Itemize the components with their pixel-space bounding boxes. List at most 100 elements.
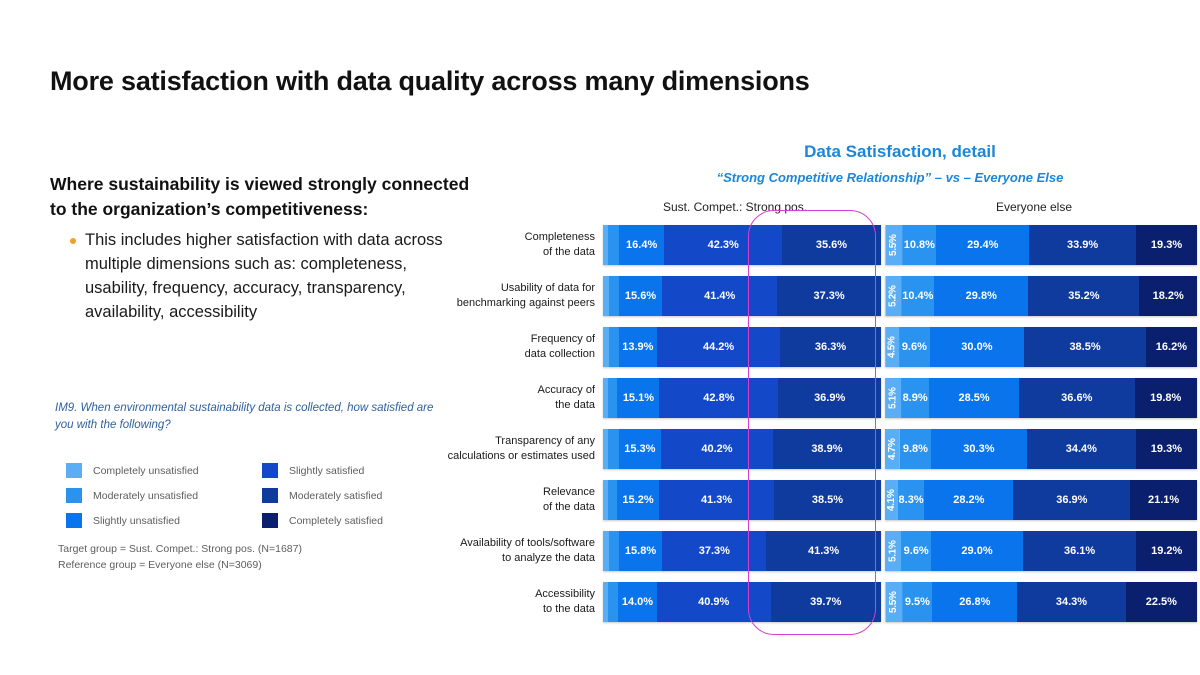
chart-row: Accessibility to the data 14.0% 40.9% 39.7%… bbox=[420, 579, 1200, 624]
bullet-text: This includes higher satisfaction with d… bbox=[85, 230, 443, 322]
chart-row: Relevance of the data 15.2% 41.3% 38.5% 4.1%… bbox=[420, 477, 1200, 522]
legend-item: Slightly satisfied bbox=[262, 458, 422, 483]
survey-question-note: IM9. When environmental sustainability d… bbox=[55, 402, 434, 431]
bar-segment: 19.3% bbox=[1135, 428, 1197, 469]
chart-title: Data Satisfaction, detail bbox=[804, 142, 996, 161]
bar-segment bbox=[608, 530, 619, 571]
bar-segment bbox=[608, 428, 619, 469]
group-size-note: Target group = Sust. Compet.: Strong pos… bbox=[58, 543, 302, 571]
chart-row: Frequency of data collection 13.9% 44.2% 36… bbox=[420, 324, 1200, 369]
bar-segment: 41.4% bbox=[662, 275, 778, 316]
bar-segment: 41.3% bbox=[659, 479, 774, 520]
legend-item: Moderately satisfied bbox=[262, 483, 422, 508]
row-label: Transparency of any calculations or esti… bbox=[447, 435, 595, 462]
stacked-bar: 5.5% 10.8% 29.4% 33.9% 19.3% bbox=[885, 224, 1197, 265]
stacked-bar: 15.3% 40.2% 38.9% bbox=[603, 428, 881, 469]
stacked-bar: 5.1% 8.9% 28.5% 36.6% 19.8% bbox=[885, 377, 1197, 418]
bar-segment: 36.6% bbox=[1019, 377, 1135, 418]
bar-segment: 5.1% bbox=[885, 530, 902, 571]
bar-segment: 13.9% bbox=[618, 326, 658, 367]
chart-row: Accuracy of the data 15.1% 42.8% 36.9% 5.1% 8… bbox=[420, 375, 1200, 420]
bar-segment: 37.3% bbox=[662, 530, 767, 571]
bar-segment: 44.2% bbox=[657, 326, 781, 367]
bar-segment: 19.2% bbox=[1136, 530, 1197, 571]
bullet-item: This includes higher satisfaction with d… bbox=[50, 228, 470, 325]
bar-segment: 5.1% bbox=[885, 377, 902, 418]
bar-segment: 5.5% bbox=[885, 224, 903, 265]
stacked-bar: 16.4% 42.3% 35.6% bbox=[603, 224, 881, 265]
bar-segment: 21.1% bbox=[1130, 479, 1197, 520]
bar-segment: 34.4% bbox=[1026, 428, 1136, 469]
bar-segment: 4.5% bbox=[885, 326, 900, 367]
stacked-bar: 4.7% 9.8% 30.3% 34.4% 19.3% bbox=[885, 428, 1197, 469]
stacked-bar-chart: Completeness of the data 16.4% 42.3% 35.6% 5… bbox=[420, 222, 1200, 634]
bar-segment: 40.2% bbox=[661, 428, 773, 469]
bar-segment: 36.9% bbox=[1013, 479, 1131, 520]
bar-segment: 4.7% bbox=[885, 428, 900, 469]
bar-segment: 37.3% bbox=[777, 275, 881, 316]
bar-segment: 33.9% bbox=[1029, 224, 1137, 265]
legend-label: Completely unsatisfied bbox=[93, 464, 199, 477]
legend-label: Moderately satisfied bbox=[289, 489, 383, 502]
bullet-list: This includes higher satisfaction with d… bbox=[50, 228, 470, 325]
bar-segment: 30.3% bbox=[930, 428, 1027, 469]
row-label: Usability of data for benchmarking again… bbox=[456, 282, 595, 309]
bar-segment: 28.2% bbox=[924, 479, 1014, 520]
bar-segment: 16.2% bbox=[1145, 326, 1197, 367]
lead-heading: Where sustainability is viewed strongly … bbox=[50, 174, 470, 219]
bar-segment: 15.8% bbox=[618, 530, 663, 571]
bar-segment: 29.4% bbox=[936, 224, 1030, 265]
stacked-bar: 15.8% 37.3% 41.3% bbox=[603, 530, 881, 571]
bar-segment: 26.8% bbox=[932, 581, 1018, 622]
page-title: More satisfaction with data quality acro… bbox=[50, 66, 810, 97]
legend-item: Moderately unsatisfied bbox=[66, 483, 226, 508]
row-label: Accessibility to the data bbox=[535, 588, 595, 615]
legend-swatch-icon bbox=[262, 463, 278, 478]
stacked-bar: 15.2% 41.3% 38.5% bbox=[603, 479, 881, 520]
bar-segment bbox=[608, 224, 619, 265]
chart-row: Completeness of the data 16.4% 42.3% 35.6% 5… bbox=[420, 222, 1200, 267]
stacked-bar: 5.2% 10.4% 29.8% 35.2% 18.2% bbox=[885, 275, 1197, 316]
bar-segment: 5.2% bbox=[885, 275, 902, 316]
legend-label: Slightly satisfied bbox=[289, 464, 365, 477]
bar-segment: 15.1% bbox=[617, 377, 660, 418]
bar-segment: 39.7% bbox=[770, 581, 881, 622]
stacked-bar: 4.1% 8.3% 28.2% 36.9% 21.1% bbox=[885, 479, 1197, 520]
bar-segment: 5.5% bbox=[885, 581, 903, 622]
legend-swatch-icon bbox=[66, 463, 82, 478]
legend: Completely unsatisfied Slightly satisfied… bbox=[66, 458, 446, 533]
bar-segment: 29.8% bbox=[934, 275, 1029, 316]
row-label: Accuracy of the data bbox=[537, 384, 595, 411]
bar-segment: 36.1% bbox=[1022, 530, 1137, 571]
legend-item: Completely unsatisfied bbox=[66, 458, 226, 483]
bar-segment: 16.4% bbox=[618, 224, 665, 265]
legend-label: Slightly unsatisfied bbox=[93, 514, 180, 527]
bar-segment: 9.6% bbox=[899, 326, 930, 367]
bar-segment: 38.5% bbox=[773, 479, 881, 520]
bar-segment: 38.5% bbox=[1024, 326, 1146, 367]
chart-row: Transparency of any calculations or esti… bbox=[420, 426, 1200, 471]
row-label: Availability of tools/software to analyz… bbox=[460, 537, 595, 564]
bar-segment: 36.9% bbox=[778, 377, 881, 418]
bar-segment: 18.2% bbox=[1139, 275, 1197, 316]
stacked-bar: 13.9% 44.2% 36.3% bbox=[603, 326, 881, 367]
bar-segment: 38.9% bbox=[772, 428, 881, 469]
bar-segment: 42.3% bbox=[664, 224, 783, 265]
bar-segment: 8.9% bbox=[901, 377, 930, 418]
row-label: Frequency of data collection bbox=[524, 333, 595, 360]
bar-segment: 9.6% bbox=[901, 530, 932, 571]
bar-segment bbox=[608, 581, 618, 622]
bar-segment bbox=[607, 479, 617, 520]
legend-swatch-icon bbox=[66, 488, 82, 503]
chart-subtitle: “Strong Competitive Relationship” – vs –… bbox=[716, 170, 1064, 185]
column-header-target-group: Sust. Compet.: Strong pos. bbox=[662, 200, 808, 214]
bar-segment: 19.3% bbox=[1136, 224, 1197, 265]
bar-segment: 9.8% bbox=[899, 428, 931, 469]
legend-swatch-icon bbox=[262, 488, 278, 503]
bar-segment: 4.1% bbox=[885, 479, 898, 520]
bar-segment: 36.3% bbox=[780, 326, 881, 367]
stacked-bar: 5.5% 9.5% 26.8% 34.3% 22.5% bbox=[885, 581, 1197, 622]
bar-segment: 42.8% bbox=[659, 377, 779, 418]
stacked-bar: 15.6% 41.4% 37.3% bbox=[603, 275, 881, 316]
bar-segment: 29.0% bbox=[931, 530, 1023, 571]
